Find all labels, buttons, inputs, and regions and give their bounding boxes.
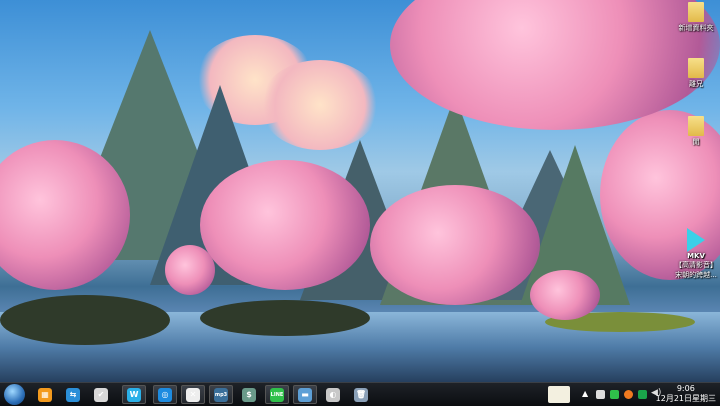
recycle-bin-icon: 🗑 — [354, 387, 368, 402]
taskbar: ▦ ⇆ ✔ W ◎ ✕ mp3 $ LINE ▬ ◐ 🗑 ▲ ◀) 9:06 12月21日星期三 — [0, 382, 720, 406]
dropbox-tray-icon[interactable] — [596, 390, 605, 399]
start-button[interactable] — [4, 384, 25, 405]
taskbar-teamviewer-like-button[interactable]: ◎ — [153, 385, 177, 404]
calculator-icon: ▦ — [38, 387, 52, 402]
checklist-icon: ✔ — [94, 387, 108, 402]
teamviewer-like-icon: ◎ — [158, 387, 172, 402]
desktop-icon-folder-2[interactable]: 離兄 — [674, 58, 718, 89]
taskbar-line-button[interactable]: LINE — [265, 385, 289, 404]
money-app-icon: $ — [242, 387, 256, 402]
taskbar-file-explorer-button[interactable]: ▬ — [293, 385, 317, 404]
speaker-app-icon: ◐ — [326, 387, 340, 402]
taskbar-w-app-button[interactable]: W — [122, 385, 146, 404]
icon-label: 離兄 — [689, 80, 703, 88]
desktop-icon-mkv[interactable]: MKV 【高清影音】宋朝的跨越... — [674, 228, 718, 280]
play-video-icon — [687, 228, 705, 252]
taskbar-fox-app-button[interactable]: ✕ — [181, 385, 205, 404]
file-transfer-icon: ⇆ — [66, 387, 80, 402]
folder-icon — [688, 58, 704, 78]
icon-label: 閒 — [692, 138, 700, 146]
file-explorer-icon: ▬ — [298, 387, 312, 402]
desktop-wallpaper: 新增資料夾 離兄 閒 MKV 【高清影音】宋朝的跨越... — [0, 0, 720, 382]
network-tray-icon[interactable] — [638, 390, 647, 399]
taskbar-recycle-bin-button[interactable]: 🗑 — [349, 385, 373, 404]
app-tray-icon[interactable] — [624, 390, 633, 399]
show-hidden-icons-arrow[interactable]: ▲ — [582, 389, 588, 398]
taskbar-mp3-tool-button[interactable]: mp3 — [209, 385, 233, 404]
line-tray-icon[interactable] — [610, 390, 619, 399]
taskbar-file-transfer-button[interactable]: ⇆ — [61, 385, 85, 404]
mp3-tool-icon: mp3 — [214, 387, 228, 402]
taskbar-checklist-button[interactable]: ✔ — [89, 385, 113, 404]
icon-label: 新增資料夾 — [678, 24, 714, 32]
line-icon: LINE — [270, 387, 284, 402]
pen-input-icon[interactable] — [548, 386, 570, 403]
taskbar-speaker-app-button[interactable]: ◐ — [321, 385, 345, 404]
folder-icon — [688, 2, 704, 22]
clock[interactable]: 9:06 12月21日星期三 — [656, 384, 716, 404]
folder-icon — [688, 116, 704, 136]
desktop-icon-new-folder[interactable]: 新增資料夾 — [674, 2, 718, 33]
fox-app-icon: ✕ — [186, 387, 200, 402]
clock-date: 12月21日星期三 — [655, 394, 716, 403]
taskbar-calculator-button[interactable]: ▦ — [33, 385, 57, 404]
desktop-icon-folder-3[interactable]: 閒 — [674, 116, 718, 147]
mkv-badge: MKV — [687, 252, 705, 260]
clock-time: 9:06 — [676, 384, 695, 393]
w-app-icon: W — [127, 387, 141, 402]
icon-label: 【高清影音】宋朝的跨越... — [675, 261, 717, 279]
taskbar-money-app-button[interactable]: $ — [237, 385, 261, 404]
